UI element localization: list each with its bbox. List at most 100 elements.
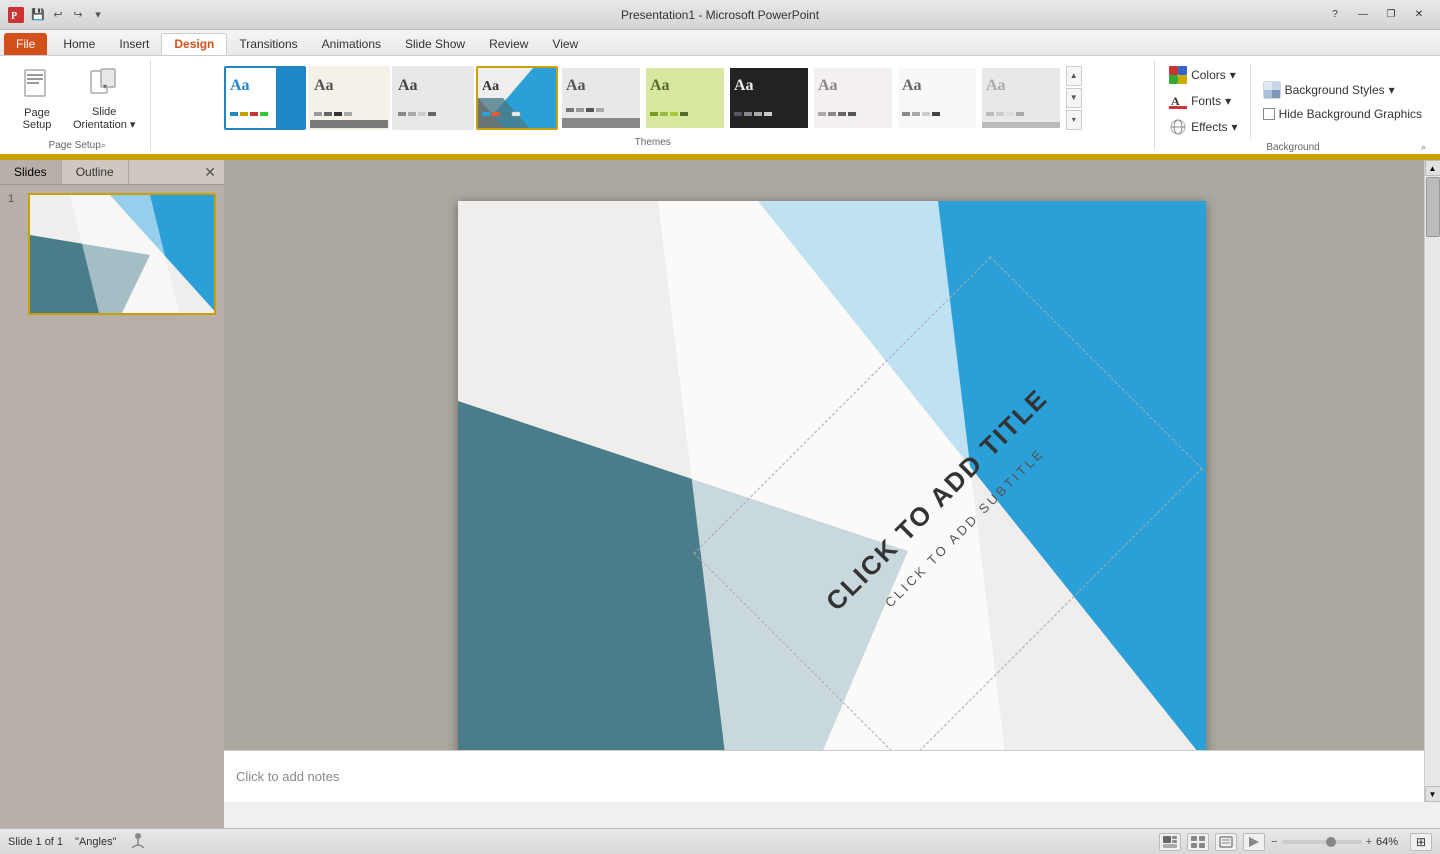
tab-design[interactable]: Design	[161, 33, 227, 55]
bg-right-col: Background Styles ▾ Hide Background Grap…	[1250, 64, 1426, 138]
title-bar-left: P 💾 ↩ ↪ ▾	[8, 7, 106, 23]
effects-icon	[1169, 118, 1187, 136]
save-quick-btn[interactable]: 💾	[30, 7, 46, 23]
panel-close-button[interactable]: ✕	[196, 160, 224, 184]
customize-quick-btn[interactable]: ▾	[90, 7, 106, 23]
tab-insert[interactable]: Insert	[107, 33, 161, 55]
slideshow-view-btn[interactable]	[1243, 833, 1265, 851]
undo-quick-btn[interactable]: ↩	[50, 7, 66, 23]
scroll-track[interactable]	[1425, 176, 1440, 786]
tab-home[interactable]: Home	[51, 33, 107, 55]
title-bar: P 💾 ↩ ↪ ▾ Presentation1 - Microsoft Powe…	[0, 0, 1440, 30]
theme-flow[interactable]: Aa	[896, 66, 978, 130]
theme-angles[interactable]: Aa	[476, 66, 558, 130]
slide-orientation-icon: ▾	[88, 67, 120, 104]
zoom-out-btn[interactable]: −	[1271, 836, 1277, 848]
page-setup-icon	[21, 68, 53, 105]
scroll-down-btn[interactable]: ▼	[1425, 786, 1440, 802]
minimize-btn[interactable]: —	[1350, 5, 1376, 25]
scroll-thumb[interactable]	[1426, 177, 1440, 237]
notes-area[interactable]: Click to add notes	[224, 750, 1424, 802]
help-btn[interactable]: ?	[1322, 5, 1348, 25]
zoom-slider-thumb[interactable]	[1326, 837, 1336, 847]
bg-left-col: Colors ▾ A Fonts ▾ Effects ▾	[1165, 64, 1242, 138]
colors-button[interactable]: Colors ▾	[1165, 64, 1242, 86]
page-setup-buttons: PageSetup ▾ SlideOrientation ▾	[12, 62, 142, 136]
fonts-label: Fonts	[1191, 94, 1221, 108]
redo-quick-btn[interactable]: ↪	[70, 7, 86, 23]
theme-civic[interactable]: Aa	[392, 66, 474, 130]
effects-button[interactable]: Effects ▾	[1165, 116, 1242, 138]
theme-austin[interactable]: Aa	[308, 66, 390, 130]
background-group-content: Colors ▾ A Fonts ▾ Effects ▾	[1165, 64, 1426, 138]
close-btn[interactable]: ✕	[1406, 5, 1432, 25]
fit-slide-btn[interactable]: ⊞	[1410, 833, 1432, 851]
svg-text:Aa: Aa	[566, 77, 586, 94]
svg-text:Aa: Aa	[650, 77, 670, 94]
right-scrollbar: ▲ ▼	[1424, 160, 1440, 802]
page-setup-group-label: Page Setup ⌕	[49, 136, 106, 151]
slide-thumbnail-1[interactable]	[28, 193, 216, 315]
fonts-button[interactable]: A Fonts ▾	[1165, 90, 1242, 112]
tab-animations[interactable]: Animations	[310, 33, 393, 55]
svg-text:Aa: Aa	[314, 77, 334, 94]
theme-equity[interactable]: Aa	[812, 66, 894, 130]
slide-orientation-button[interactable]: ▾ SlideOrientation ▾	[66, 62, 142, 136]
hide-bg-label: Hide Background Graphics	[1279, 107, 1422, 121]
scroll-up-btn[interactable]: ▲	[1425, 160, 1440, 176]
maximize-btn[interactable]: ❐	[1378, 5, 1404, 25]
ribbon-group-page-setup: PageSetup ▾ SlideOrientation ▾ Page Setu…	[4, 60, 151, 150]
theme-concourse[interactable]: Aa	[728, 66, 810, 130]
slide-orientation-label: SlideOrientation ▾	[73, 106, 135, 131]
slide-number-1: 1	[8, 193, 22, 205]
zoom-in-btn[interactable]: +	[1366, 836, 1372, 848]
notes-placeholder: Click to add notes	[236, 769, 339, 784]
themes-scroll-down[interactable]: ▼	[1066, 88, 1082, 108]
ribbon-tabs: File Home Insert Design Transitions Anim…	[0, 30, 1440, 56]
reading-view-btn[interactable]	[1215, 833, 1237, 851]
tab-review[interactable]: Review	[477, 33, 540, 55]
svg-text:Aa: Aa	[482, 79, 499, 94]
svg-text:Aa: Aa	[230, 77, 250, 94]
slide-canvas[interactable]: CLICK TO ADD TITLE CLICK TO ADD SUBTITLE	[458, 201, 1206, 762]
window-title: Presentation1 - Microsoft PowerPoint	[621, 8, 819, 22]
background-styles-button[interactable]: Background Styles ▾	[1259, 79, 1426, 101]
tab-outline[interactable]: Outline	[62, 160, 129, 184]
ribbon-group-background: Colors ▾ A Fonts ▾ Effects ▾	[1154, 60, 1436, 150]
tab-slides[interactable]: Slides	[0, 160, 62, 184]
themes-scroll-up[interactable]: ▲	[1066, 66, 1082, 86]
normal-view-btn[interactable]	[1159, 833, 1181, 851]
left-panel: Slides Outline ✕ 1	[0, 160, 224, 828]
hide-background-checkbox[interactable]	[1263, 108, 1275, 120]
ribbon-group-themes: Aa Aa	[151, 60, 1154, 150]
themes-scroll-controls: ▲ ▼ ▾	[1066, 66, 1082, 130]
theme-office[interactable]: Aa	[224, 66, 306, 130]
theme-name: "Angles"	[75, 836, 116, 848]
page-setup-expand-icon[interactable]: ⌕	[101, 140, 106, 151]
svg-text:Aa: Aa	[398, 77, 418, 94]
theme-apex[interactable]: Aa	[560, 66, 642, 130]
tab-slideshow[interactable]: Slide Show	[393, 33, 477, 55]
tab-file[interactable]: File	[4, 33, 47, 55]
background-styles-icon	[1263, 81, 1281, 99]
svg-text:P: P	[11, 11, 17, 22]
main-canvas-area: CLICK TO ADD TITLE CLICK TO ADD SUBTITLE	[224, 160, 1440, 802]
status-right: − + 64% ⊞	[1159, 833, 1432, 851]
theme-aspect[interactable]: Aa	[644, 66, 726, 130]
tab-view[interactable]: View	[540, 33, 590, 55]
theme-foundry[interactable]: Aa	[980, 66, 1062, 130]
svg-text:▾: ▾	[103, 82, 107, 91]
zoom-slider[interactable]	[1282, 840, 1362, 844]
colors-label: Colors	[1191, 68, 1226, 82]
themes-group-label: Themes	[635, 133, 671, 148]
hide-background-button[interactable]: Hide Background Graphics	[1259, 105, 1426, 123]
page-setup-button[interactable]: PageSetup	[12, 63, 62, 136]
fonts-icon: A	[1169, 92, 1187, 110]
colors-icon	[1169, 66, 1187, 84]
slide-sorter-btn[interactable]	[1187, 833, 1209, 851]
tab-transitions[interactable]: Transitions	[227, 33, 309, 55]
background-expand-icon[interactable]: ⌕	[1421, 142, 1426, 153]
accessibility-icon[interactable]	[129, 832, 147, 851]
themes-scroll-more[interactable]: ▾	[1066, 110, 1082, 130]
window-controls: ? — ❐ ✕	[1322, 5, 1432, 25]
